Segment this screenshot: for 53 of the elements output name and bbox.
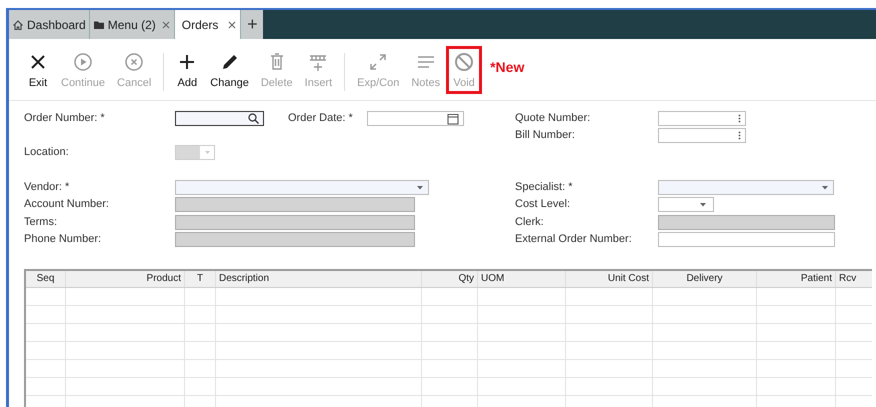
dropdown-field[interactable]	[658, 197, 714, 212]
field-label: Specialist: *	[515, 180, 574, 195]
input-field[interactable]	[175, 111, 264, 126]
column-header[interactable]: Delivery	[653, 271, 757, 287]
cancel-icon	[123, 51, 146, 73]
field-label: External Order Number:	[515, 232, 633, 247]
more-icon	[738, 114, 741, 123]
field-label: Account Number:	[24, 197, 110, 212]
input-field[interactable]	[658, 128, 746, 143]
input-field[interactable]	[658, 111, 746, 126]
field-label: Location:	[24, 145, 70, 160]
toolbar-button[interactable]: Add	[170, 46, 204, 94]
field-label: Order Date: *	[288, 111, 354, 126]
column-header[interactable]: Patient	[757, 271, 836, 287]
calendar-icon	[447, 112, 459, 124]
field-label: Order Number: *	[24, 111, 106, 126]
field-label: Quote Number:	[515, 111, 592, 126]
field-label: Phone Number:	[24, 232, 102, 247]
dropdown-field[interactable]	[175, 180, 429, 195]
column-header[interactable]: Seq	[26, 271, 66, 287]
new-tab-button[interactable]: +	[241, 10, 264, 39]
home-icon	[12, 18, 24, 30]
tab[interactable]: Menu (2)	[90, 10, 175, 39]
column-header[interactable]: Description	[216, 271, 422, 287]
prohibited-icon	[453, 51, 476, 73]
dropdown-arrow-icon	[699, 201, 707, 208]
dropdown-field[interactable]	[658, 180, 834, 195]
close-icon[interactable]	[227, 20, 238, 30]
toolbar-button[interactable]: Exit	[21, 46, 55, 94]
tab[interactable]: Orders	[174, 10, 242, 39]
dropdown-arrow-icon	[821, 184, 829, 191]
close-icon[interactable]	[160, 20, 171, 30]
field-label: Bill Number:	[515, 128, 576, 143]
toolbar-button[interactable]: Change	[204, 46, 255, 94]
dropdown-arrow-icon	[416, 184, 424, 191]
input-field[interactable]	[367, 111, 464, 126]
field-label: Terms:	[24, 215, 58, 230]
input-field[interactable]	[658, 232, 835, 247]
column-header[interactable]: Unit Cost	[566, 271, 653, 287]
column-header[interactable]: UOM	[478, 271, 566, 287]
field-label: Vendor: *	[24, 180, 70, 195]
new-annotation: *New	[490, 58, 524, 77]
more-icon	[738, 131, 741, 140]
field-label: Cost Level:	[515, 197, 572, 212]
field-label: Clerk:	[515, 215, 545, 230]
column-header[interactable]: Qty	[422, 271, 478, 287]
column-header[interactable]: T	[185, 271, 216, 287]
play-circle-icon	[72, 51, 94, 73]
search-icon	[248, 113, 259, 124]
folder-icon	[92, 18, 105, 30]
column-header[interactable]: Rcv	[836, 271, 872, 287]
tab[interactable]: Dashboard	[9, 10, 90, 39]
column-header[interactable]: Product	[66, 271, 185, 287]
